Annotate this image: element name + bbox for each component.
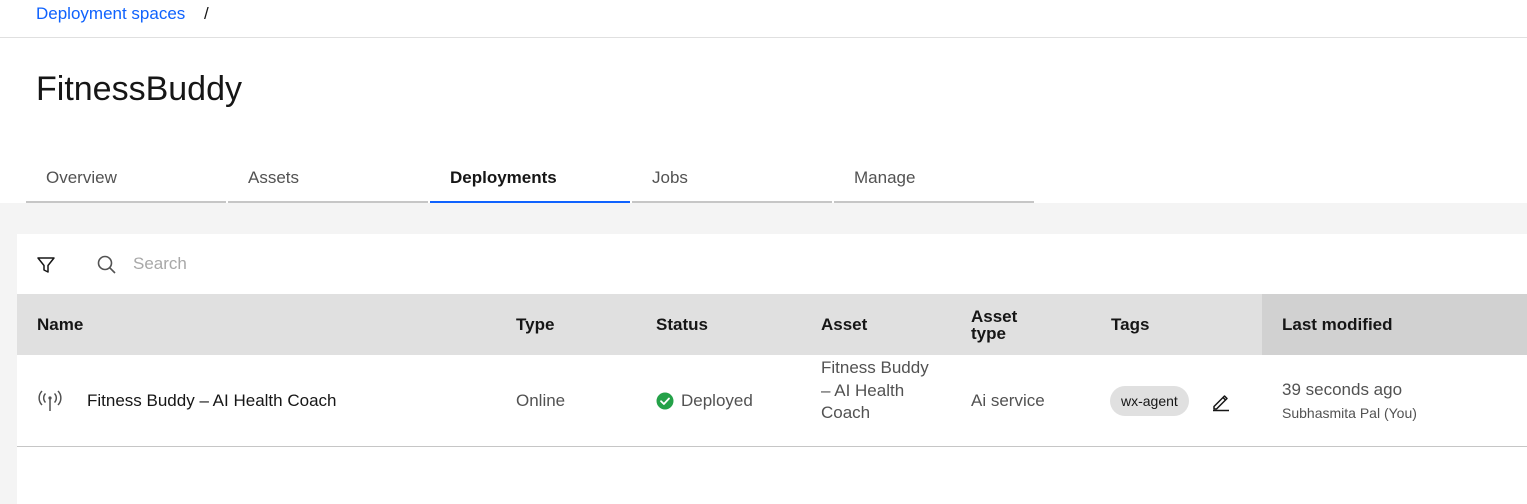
search-icon: [95, 253, 119, 277]
edit-tags-icon[interactable]: [1210, 390, 1232, 412]
tab-list: Overview Assets Deployments Jobs Manage: [26, 156, 1036, 203]
deployment-name[interactable]: Fitness Buddy – AI Health Coach: [87, 391, 336, 411]
table-row[interactable]: Fitness Buddy – AI Health Coach Online D…: [17, 355, 1527, 447]
deployment-type: Online: [516, 391, 566, 410]
table-toolbar: [17, 234, 1527, 294]
page-title: FitnessBuddy: [36, 70, 242, 108]
tab-deployments[interactable]: Deployments: [430, 156, 630, 203]
column-header-asset-type-line2: type: [971, 323, 1006, 343]
breadcrumb-separator: /: [204, 4, 209, 23]
breadcrumb: Deployment spaces /: [0, 0, 1527, 38]
column-header-type[interactable]: Type: [516, 294, 554, 355]
deployments-table-panel: Name Type Status Asset Asset type Tags L…: [17, 234, 1527, 504]
tag-wx-agent[interactable]: wx-agent: [1110, 386, 1189, 416]
tab-assets[interactable]: Assets: [228, 156, 428, 203]
deployment-status: Deployed: [656, 391, 753, 411]
filter-icon[interactable]: [33, 252, 59, 278]
tab-manage[interactable]: Manage: [834, 156, 1034, 203]
column-header-name[interactable]: Name: [37, 294, 83, 355]
column-header-asset[interactable]: Asset: [821, 294, 867, 355]
column-header-asset-type[interactable]: Asset type: [971, 294, 1017, 355]
deployment-asset-type: Ai service: [971, 391, 1045, 410]
tab-overview[interactable]: Overview: [26, 156, 226, 203]
online-deployment-icon: [37, 389, 63, 415]
column-header-tags[interactable]: Tags: [1111, 294, 1149, 355]
table-header: Name Type Status Asset Asset type Tags L…: [17, 294, 1527, 355]
column-header-status[interactable]: Status: [656, 294, 708, 355]
deployment-status-label: Deployed: [681, 391, 753, 410]
last-modified-by: Subhasmita Pal (You): [1282, 405, 1417, 421]
last-modified-time: 39 seconds ago: [1282, 380, 1403, 399]
column-header-last-modified[interactable]: Last modified: [1262, 294, 1527, 355]
deployment-asset: Fitness Buddy – AI Health Coach: [821, 358, 929, 422]
search-input[interactable]: [133, 248, 733, 280]
column-header-asset-type-line1: Asset: [971, 306, 1018, 326]
deployed-check-icon: [656, 392, 674, 410]
tab-jobs[interactable]: Jobs: [632, 156, 832, 203]
breadcrumb-deployment-spaces-link[interactable]: Deployment spaces: [36, 4, 185, 24]
